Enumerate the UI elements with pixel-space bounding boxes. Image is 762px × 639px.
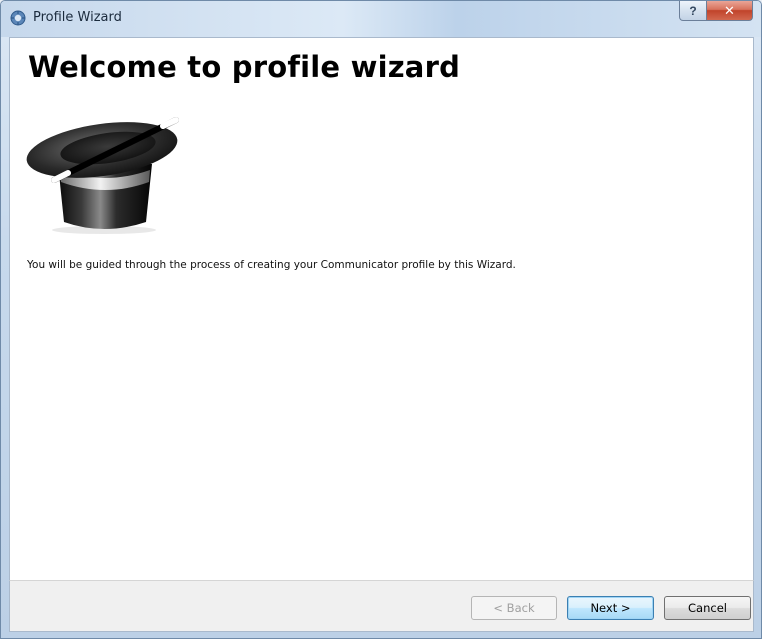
description-text: You will be guided through the process o… xyxy=(27,259,516,271)
wizard-page: Welcome to profile wizard You will be gu… xyxy=(9,37,754,581)
next-button[interactable]: Next > xyxy=(567,596,654,620)
app-icon xyxy=(10,10,26,26)
back-button[interactable]: < Back xyxy=(471,596,557,620)
button-bar: < Back Next > Cancel xyxy=(9,580,754,632)
title-bar-controls: ? ✕ xyxy=(679,1,753,21)
title-bar[interactable]: Profile Wizard ? ✕ xyxy=(1,1,761,37)
window-title: Profile Wizard xyxy=(33,10,122,25)
page-title: Welcome to profile wizard xyxy=(28,50,461,84)
profile-wizard-window: Profile Wizard ? ✕ Welcome to profile wi… xyxy=(0,0,762,639)
close-button[interactable]: ✕ xyxy=(707,1,753,21)
cancel-button[interactable]: Cancel xyxy=(664,596,751,620)
help-button[interactable]: ? xyxy=(679,1,707,21)
magic-hat-wand-icon xyxy=(26,117,179,234)
